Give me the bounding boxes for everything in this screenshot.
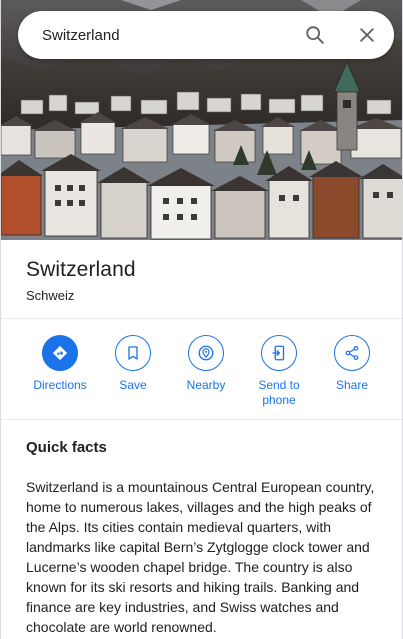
save-label: Save bbox=[119, 378, 147, 392]
search-input[interactable] bbox=[18, 11, 394, 59]
nearby-icon bbox=[188, 335, 224, 371]
action-bar: Directions Save Nearby Send to phone Sha… bbox=[1, 320, 402, 420]
place-header: Switzerland Schweiz bbox=[1, 240, 402, 319]
share-label: Share bbox=[335, 378, 369, 392]
send-to-phone-label: Send to phone bbox=[258, 378, 300, 407]
place-panel: Switzerland Schweiz Directions Save bbox=[0, 0, 403, 639]
quick-facts-section: Quick facts Switzerland is a mountainous… bbox=[1, 421, 402, 639]
directions-icon bbox=[42, 335, 78, 371]
nearby-label: Nearby bbox=[186, 378, 226, 392]
directions-button[interactable]: Directions bbox=[24, 335, 96, 393]
save-button[interactable]: Save bbox=[97, 335, 169, 393]
place-title: Switzerland bbox=[26, 258, 136, 281]
share-icon bbox=[334, 335, 370, 371]
quick-facts-body: Switzerland is a mountainous Central Eur… bbox=[26, 479, 375, 635]
nearby-button[interactable]: Nearby bbox=[170, 335, 242, 393]
directions-label: Directions bbox=[33, 378, 87, 392]
send-to-phone-button[interactable]: Send to phone bbox=[243, 335, 315, 408]
search-icon[interactable] bbox=[303, 23, 327, 47]
place-subtitle: Schweiz bbox=[26, 288, 75, 303]
close-icon[interactable] bbox=[355, 23, 379, 47]
quick-facts-heading: Quick facts bbox=[26, 439, 107, 456]
bookmark-icon bbox=[115, 335, 151, 371]
share-button[interactable]: Share bbox=[316, 335, 388, 393]
send-to-phone-icon bbox=[261, 335, 297, 371]
search-box bbox=[18, 11, 394, 59]
